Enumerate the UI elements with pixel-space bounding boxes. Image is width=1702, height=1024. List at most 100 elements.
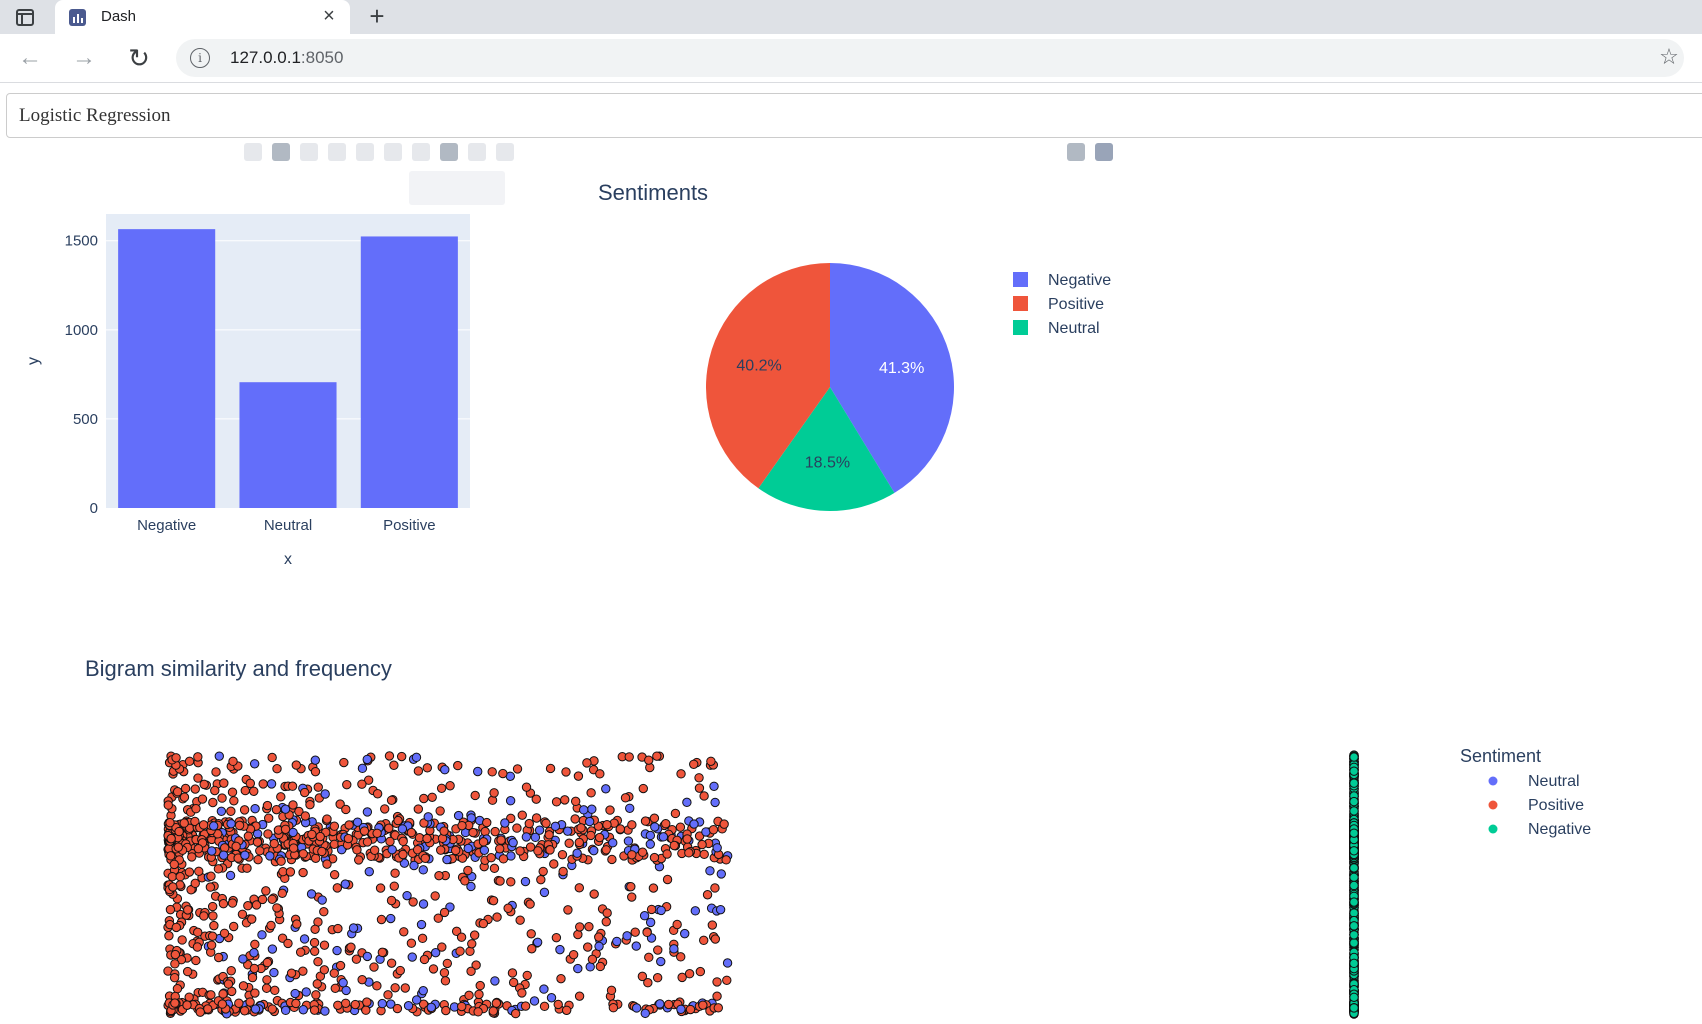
reload-icon[interactable]: ↻	[123, 42, 155, 74]
scatter-point-positive	[213, 864, 224, 874]
site-info-icon[interactable]: i	[190, 48, 210, 68]
scatter-legend-marker[interactable]	[1488, 824, 1498, 834]
scatter-point-positive	[333, 1000, 343, 1010]
box-select-icon[interactable]	[328, 143, 346, 161]
scatter-point-neutral	[280, 1005, 291, 1016]
scatter-point-positive	[684, 848, 694, 858]
scatter-point-positive	[208, 797, 218, 808]
bar-chart[interactable]: 0 500 1000 1500 Negative Neutral Positive x y	[0, 190, 500, 570]
scatter-legend[interactable]: Sentiment Neutral Positive Negative	[1460, 740, 1660, 840]
scatter-legend-marker[interactable]	[1488, 800, 1498, 810]
scatter-point-neutral	[362, 754, 372, 765]
plotly-logo-icon[interactable]	[496, 143, 514, 161]
scatter-point-positive	[521, 782, 532, 792]
scatter-point-neutral	[573, 963, 583, 974]
scatter-point-neutral	[584, 816, 595, 827]
scatter-point-positive	[383, 990, 393, 1000]
pie-chart[interactable]: 41.3% 18.5% 40.2%	[690, 250, 970, 530]
scatter-point-neutral	[520, 876, 531, 887]
scatter-point-positive	[573, 771, 584, 781]
zoom-out-icon[interactable]	[412, 143, 430, 161]
scatter-point-positive	[359, 826, 370, 836]
scatter-point-positive	[649, 852, 660, 863]
scatter-point-positive	[463, 865, 473, 876]
scatter-point-positive	[389, 881, 399, 891]
pan-icon[interactable]	[300, 143, 318, 161]
scatter-point-negative	[1349, 828, 1359, 838]
bar-y-axis-label: y	[25, 357, 42, 365]
bar-positive[interactable]	[360, 236, 458, 508]
scatter-point-positive	[439, 826, 449, 836]
reset-axes-icon[interactable]	[468, 143, 486, 161]
scatter-point-positive	[441, 1005, 451, 1016]
scatter-point-positive	[563, 905, 573, 915]
scatter-point-neutral	[402, 890, 412, 901]
scatter-legend-label[interactable]: Positive	[1528, 797, 1584, 814]
scatter-point-positive	[467, 939, 477, 949]
scatter-point-positive	[239, 805, 250, 815]
scatter-point-positive	[277, 888, 288, 899]
scatter-point-positive	[642, 927, 652, 938]
scatter-point-positive	[171, 753, 181, 763]
scatter-point-positive	[437, 942, 447, 952]
scatter-point-neutral	[715, 904, 726, 915]
scatter-legend-marker[interactable]	[1488, 776, 1498, 786]
browser-tab[interactable]: Dash ×	[55, 0, 350, 34]
scatter-point-positive	[319, 965, 330, 975]
scatter-point-positive	[263, 813, 274, 823]
pie-legend-label[interactable]: Positive	[1048, 296, 1104, 313]
pie-legend-label[interactable]: Neutral	[1048, 320, 1100, 337]
tab-actions-icon[interactable]	[10, 5, 40, 31]
scatter-point-neutral	[416, 919, 427, 930]
scatter-point-positive	[602, 908, 612, 918]
scatter-point-positive	[272, 903, 282, 913]
scatter-point-positive	[699, 791, 709, 801]
scatter-point-positive	[470, 790, 480, 801]
scatter-legend-label[interactable]: Negative	[1528, 821, 1591, 838]
scatter-point-negative	[1349, 1003, 1359, 1013]
forward-arrow-icon[interactable]: →	[68, 42, 100, 74]
scatter-point-neutral	[418, 899, 429, 909]
zoom-in-icon[interactable]	[384, 143, 402, 161]
scatter-point-positive	[455, 946, 465, 956]
scatter-point-positive	[489, 788, 499, 798]
pie-legend-label[interactable]: Negative	[1048, 272, 1111, 289]
scatter-point-positive	[453, 760, 463, 771]
scatter-point-neutral	[250, 804, 260, 814]
scatter-point-positive	[624, 752, 634, 762]
scatter-point-positive	[699, 935, 709, 946]
scatter-point-positive	[646, 904, 657, 915]
bookmark-star-icon[interactable]: ☆	[1656, 44, 1682, 70]
bar-neutral[interactable]	[239, 382, 337, 508]
scatter-point-positive	[192, 942, 203, 952]
scatter-point-positive	[460, 876, 470, 886]
tab-close-icon[interactable]: ×	[318, 5, 340, 27]
zoom-icon[interactable]	[272, 143, 290, 161]
new-tab-icon[interactable]: +	[362, 2, 392, 32]
scatter-point-positive	[494, 844, 505, 854]
pie-legend-swatch[interactable]	[1013, 296, 1028, 311]
model-dropdown[interactable]: Logistic Regression	[6, 93, 1702, 138]
autoscale-icon[interactable]	[440, 143, 458, 161]
scatter-plot[interactable]	[160, 745, 1380, 1024]
scatter-legend-title: Sentiment	[1460, 746, 1541, 766]
scatter-legend-label[interactable]: Neutral	[1528, 773, 1580, 790]
scatter-point-positive	[627, 820, 637, 830]
scatter-point-neutral	[240, 850, 250, 860]
bar-negative[interactable]	[118, 229, 216, 508]
scatter-point-neutral	[348, 923, 359, 933]
pie-legend-swatch[interactable]	[1013, 320, 1028, 335]
pie-legend-swatch[interactable]	[1013, 272, 1028, 287]
scatter-point-positive	[525, 842, 536, 852]
plotly-logo-icon[interactable]	[1095, 143, 1113, 161]
back-arrow-icon[interactable]: ←	[14, 42, 46, 74]
lasso-icon[interactable]	[356, 143, 374, 161]
camera-icon[interactable]	[1067, 143, 1085, 161]
pie-legend[interactable]: Negative Positive Neutral	[1005, 268, 1165, 348]
camera-icon[interactable]	[244, 143, 262, 161]
scatter-point-neutral	[250, 1004, 261, 1014]
scatter-point-positive	[498, 768, 508, 779]
address-bar[interactable]: i 127.0.0.1:8050 ☆	[176, 39, 1684, 77]
scatter-point-positive	[167, 871, 178, 882]
scatter-point-positive	[589, 889, 599, 899]
